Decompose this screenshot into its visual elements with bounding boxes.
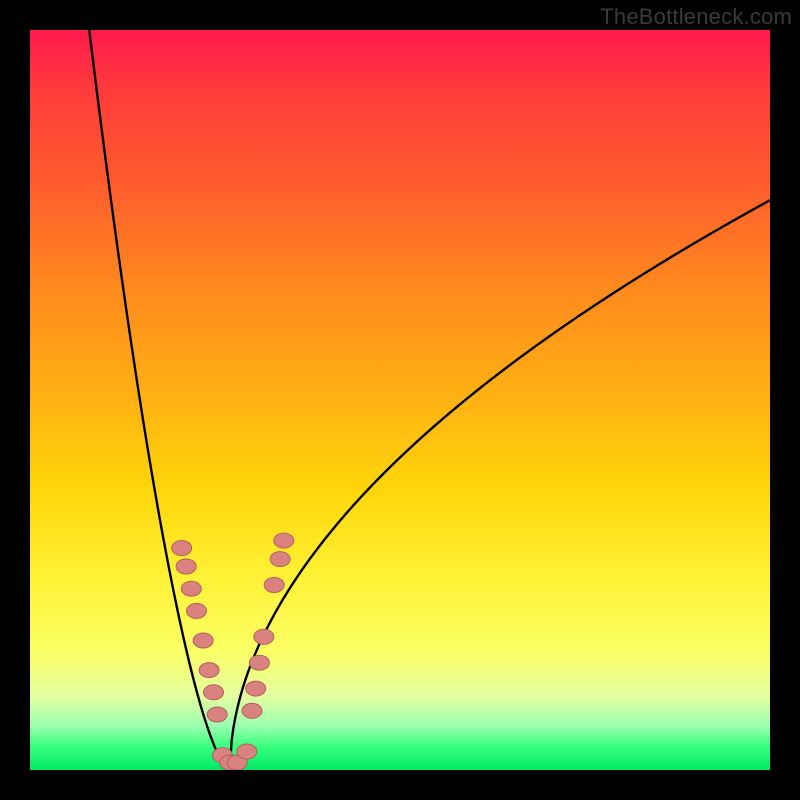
data-marker [270, 552, 290, 567]
data-marker [181, 581, 201, 596]
data-marker [193, 633, 213, 648]
plot-area [30, 30, 770, 770]
bottleneck-curve [89, 30, 770, 770]
data-marker [242, 703, 262, 718]
data-marker [274, 533, 294, 548]
data-marker [246, 681, 266, 696]
data-marker [237, 744, 257, 759]
data-marker [187, 603, 207, 618]
data-marker [207, 707, 227, 722]
data-marker [249, 655, 269, 670]
chart-frame: TheBottleneck.com [0, 0, 800, 800]
curve-layer [30, 30, 770, 770]
data-marker [264, 578, 284, 593]
watermark-text: TheBottleneck.com [600, 4, 792, 30]
data-marker [204, 685, 224, 700]
data-marker [254, 629, 274, 644]
data-marker [176, 559, 196, 574]
data-marker [199, 663, 219, 678]
data-marker [172, 541, 192, 556]
